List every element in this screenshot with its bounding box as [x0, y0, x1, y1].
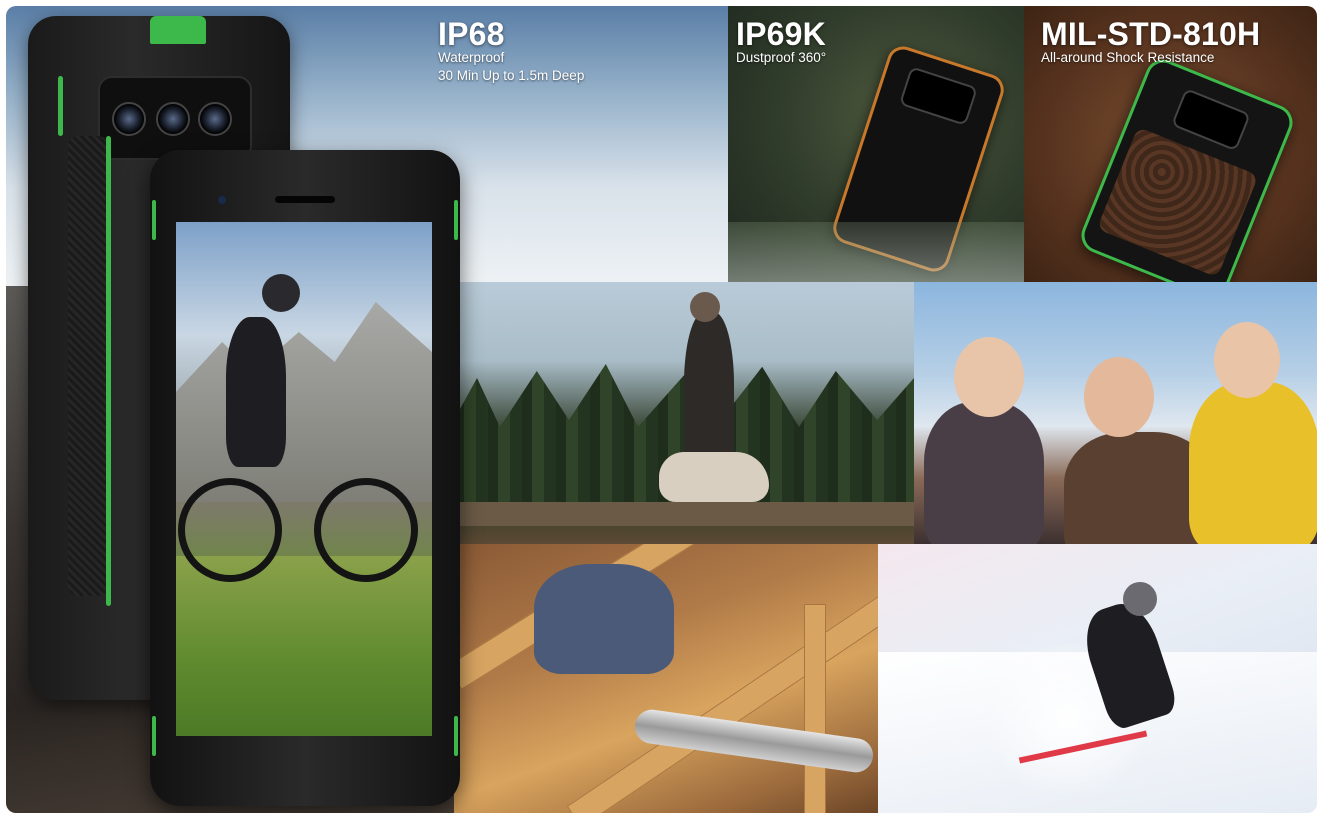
earpiece-speaker — [275, 196, 335, 203]
green-edge-accent — [454, 716, 458, 756]
phone-screen — [176, 222, 432, 736]
camera-lens-icon — [112, 102, 146, 136]
dirt-covered-phone — [1076, 54, 1298, 282]
fallen-log — [454, 502, 914, 526]
top-green-bumper — [150, 16, 206, 44]
product-collage: IP68 Waterproof 30 Min Up to 1.5m Deep I… — [6, 6, 1317, 813]
ip69k-title: IP69K — [736, 16, 826, 52]
ip68-title: IP68 — [438, 16, 505, 52]
rear-camera-module — [98, 76, 252, 160]
screen-grass — [176, 556, 432, 736]
husky-dog — [659, 452, 769, 502]
bike-wheel — [314, 478, 418, 582]
smiling-face — [1214, 322, 1280, 398]
carbon-texture-grip — [68, 136, 108, 596]
green-edge-accent — [152, 716, 156, 756]
camera-module — [898, 66, 978, 126]
bike-wheel — [178, 478, 282, 582]
water-surface — [728, 222, 1024, 282]
phone-front-view — [150, 150, 460, 806]
green-accent-strip — [58, 76, 63, 136]
mil-std-subtitle: All-around Shock Resistance — [1041, 50, 1215, 65]
hiker-head — [690, 292, 720, 322]
person-left — [924, 402, 1044, 544]
person-yellow-jacket — [1189, 382, 1317, 544]
green-accent-strip — [106, 136, 111, 606]
friends-in-snow-photo — [914, 282, 1317, 544]
soil-clumps — [1096, 126, 1259, 278]
green-edge-accent — [152, 200, 156, 240]
mountain-biker — [226, 317, 286, 467]
mil-std-title: MIL-STD-810H — [1041, 16, 1261, 52]
worker — [534, 564, 674, 674]
ip68-subtitle-1: Waterproof — [438, 50, 505, 65]
camera-lens-icon — [198, 102, 232, 136]
camera-module — [1171, 88, 1251, 152]
front-camera-icon — [218, 196, 226, 204]
ip68-subtitle-2: 30 Min Up to 1.5m Deep — [438, 68, 585, 83]
hiker-with-dog-photo — [454, 282, 914, 544]
smiling-face — [954, 337, 1024, 417]
screen-mountains — [176, 302, 432, 502]
camera-lens-icon — [156, 102, 190, 136]
green-edge-accent — [454, 200, 458, 240]
ip69k-subtitle: Dustproof 360° — [736, 50, 827, 65]
skier-photo — [878, 544, 1317, 813]
attic-worker-photo — [454, 544, 884, 813]
biker-helmet — [262, 274, 300, 312]
vertical-post — [804, 604, 826, 813]
smiling-face — [1084, 357, 1154, 437]
skier-helmet — [1123, 582, 1157, 616]
